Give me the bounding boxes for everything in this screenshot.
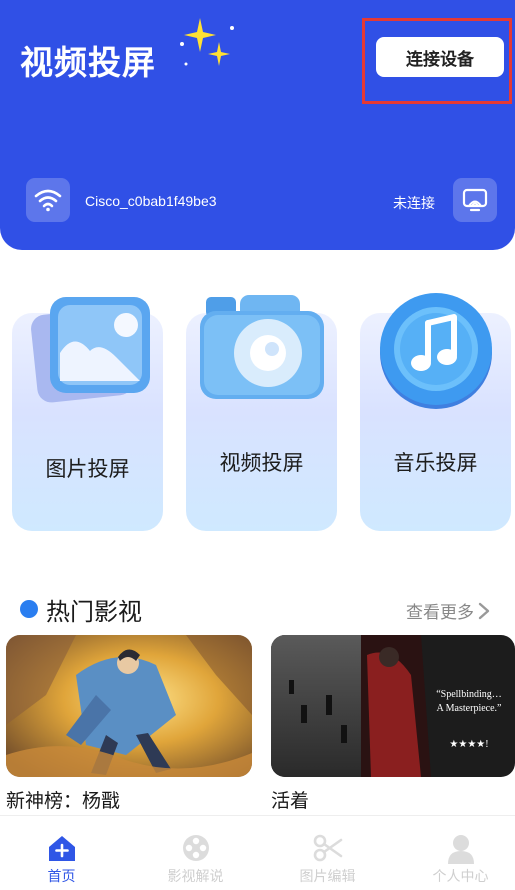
screen-cast-button[interactable] [453, 178, 497, 222]
bottom-nav: 首页 影视解说 图片编辑 个人中心 [0, 815, 515, 890]
film-reel-icon [182, 835, 209, 861]
nav-label-home: 首页 [47, 869, 76, 885]
person-icon [447, 835, 474, 864]
nav-label-profile: 个人中心 [432, 869, 489, 885]
see-more-link[interactable]: 查看更多 [406, 598, 490, 623]
nav-item-image-edit[interactable]: 图片编辑 [276, 816, 379, 890]
video-cast-card[interactable]: 视频投屏 [186, 295, 337, 531]
nav-item-film-commentary[interactable]: 影视解说 [144, 816, 247, 890]
movie-poster-1[interactable] [6, 635, 252, 777]
music-note-icon [380, 293, 492, 409]
sparkle-icon [180, 18, 234, 66]
chevron-right-icon [478, 602, 490, 619]
wifi-icon [34, 189, 62, 212]
app-title: 视频投屏 [20, 43, 156, 82]
svg-text:“Spellbinding…: “Spellbinding… [436, 689, 502, 700]
video-cast-label: 视频投屏 [219, 451, 304, 475]
scissors-icon [313, 834, 342, 862]
nav-item-profile[interactable]: 个人中心 [409, 816, 512, 890]
header-banner: 视频投屏 连接设备 Cisco_c0bab1f49be3 未连接 [0, 0, 515, 250]
svg-text:A Masterpiece.”: A Masterpiece.” [437, 703, 502, 714]
movie-poster-2[interactable]: “Spellbinding… A Masterpiece.” ★★★★! [271, 635, 515, 777]
nav-item-home[interactable]: 首页 [10, 816, 113, 890]
svg-text:★★★★!: ★★★★! [449, 739, 488, 750]
wifi-network-name: Cisco_c0bab1f49be3 [85, 193, 217, 209]
connect-device-button[interactable]: 连接设备 [376, 37, 504, 77]
image-cast-label: 图片投屏 [45, 457, 130, 481]
image-icon [31, 297, 150, 403]
see-more-label: 查看更多 [406, 603, 474, 623]
screen-cast-icon [462, 188, 488, 212]
poster-image: “Spellbinding… A Masterpiece.” ★★★★! [271, 635, 515, 777]
music-cast-label: 音乐投屏 [393, 451, 478, 475]
home-icon [48, 836, 75, 861]
camera-icon [200, 295, 324, 399]
wifi-icon-box[interactable] [26, 178, 70, 222]
section-title: 热门影视 [46, 598, 142, 626]
connection-status: 未连接 [393, 196, 435, 212]
music-cast-card[interactable]: 音乐投屏 [360, 293, 511, 531]
section-dot [20, 600, 38, 618]
image-cast-card[interactable]: 图片投屏 [12, 297, 163, 531]
nav-label-image-edit: 图片编辑 [299, 869, 356, 885]
nav-label-film-commentary: 影视解说 [167, 869, 224, 885]
movie-title-2: 活着 [271, 790, 310, 812]
movie-title-1: 新神榜：杨戬 [6, 790, 121, 812]
poster-image [6, 635, 252, 777]
